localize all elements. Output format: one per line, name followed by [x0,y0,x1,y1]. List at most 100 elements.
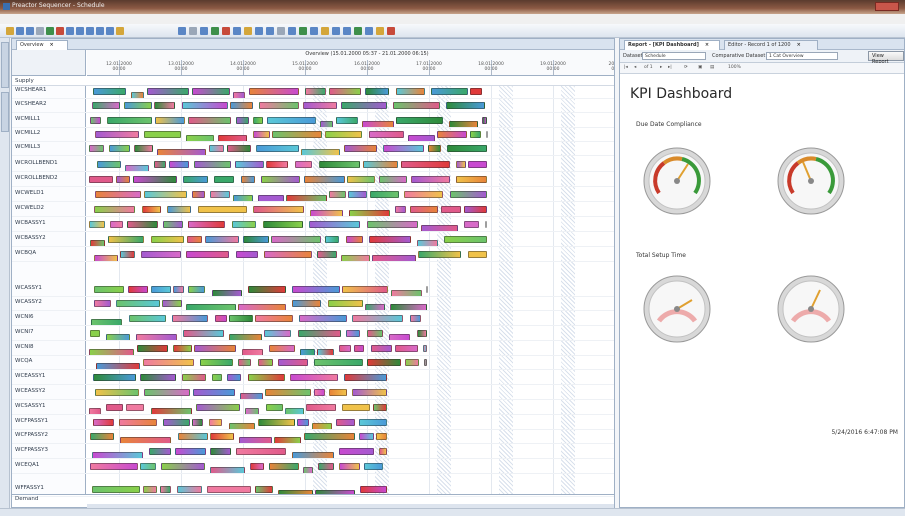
operation-bar[interactable] [464,206,487,213]
toolbar-button[interactable] [6,27,14,35]
operation-bar[interactable] [437,131,467,138]
operation-bar[interactable] [90,117,101,124]
operation-bar[interactable] [376,433,387,440]
operation-bar[interactable] [163,419,190,426]
operation-bar[interactable] [187,236,202,243]
operation-bar[interactable] [344,145,377,152]
operation-bar[interactable] [172,315,208,322]
export-icon[interactable]: ▤ [710,65,714,70]
operation-bar[interactable] [227,374,241,381]
operation-bar[interactable] [426,286,428,293]
operation-bar[interactable] [306,404,336,411]
operation-bar[interactable] [290,374,338,381]
operation-bar[interactable] [95,389,139,396]
operation-bar[interactable] [379,448,387,455]
operation-bar[interactable] [379,176,407,183]
operation-bar[interactable] [253,117,263,124]
operation-bar[interactable] [144,131,181,138]
operation-bar[interactable] [109,145,130,152]
operation-bar[interactable] [450,191,487,198]
operation-bar[interactable] [236,117,249,124]
operation-bar[interactable] [258,359,273,366]
operation-bar[interactable] [188,286,205,293]
operation-bar[interactable] [255,486,273,493]
operation-bar[interactable] [336,117,358,124]
operation-bar[interactable] [97,161,121,168]
operation-bar[interactable] [95,191,141,198]
operation-bar[interactable] [346,236,363,243]
operation-bar[interactable] [464,221,479,228]
operation-bar[interactable] [183,176,208,183]
operation-bar[interactable] [250,463,264,470]
operation-bar[interactable] [129,315,166,322]
operation-bar[interactable] [417,330,427,337]
operation-bar[interactable] [193,389,235,396]
operation-bar[interactable] [396,88,425,95]
previous-page-icon[interactable]: ◂ [634,65,636,70]
operation-bar[interactable] [236,448,286,455]
operation-bar[interactable] [444,236,487,243]
operation-bar[interactable] [92,102,120,109]
operation-bar[interactable] [446,102,485,109]
toolbar-button[interactable] [36,27,44,35]
operation-bar[interactable] [261,176,300,183]
operation-bar[interactable] [140,374,176,381]
operation-bar[interactable] [210,433,234,440]
operation-bar[interactable] [359,419,387,426]
operation-bar[interactable] [116,176,130,183]
operation-bar[interactable] [192,88,230,95]
toolbar-button[interactable] [332,27,340,35]
operation-bar[interactable] [264,251,312,258]
operation-bar[interactable] [149,448,171,455]
toolbar-button[interactable] [255,27,263,35]
gantt-chart-area[interactable] [87,86,614,494]
toolbar-button[interactable] [387,27,395,35]
operation-bar[interactable] [371,345,392,352]
toolbar-button[interactable] [376,27,384,35]
operation-bar[interactable] [230,102,253,109]
operation-bar[interactable] [236,251,258,258]
operation-bar[interactable] [470,88,482,95]
toolbar-button[interactable] [310,27,318,35]
operation-bar[interactable] [456,176,487,183]
toolbar-button[interactable] [277,27,285,35]
operation-bar[interactable] [133,176,177,183]
toolbar-button[interactable] [76,27,84,35]
operation-bar[interactable] [305,88,326,95]
operation-bar[interactable] [141,251,181,258]
toolbar-button[interactable] [96,27,104,35]
toolbar-button[interactable] [66,27,74,35]
operation-bar[interactable] [255,315,293,322]
operation-bar[interactable] [93,419,114,426]
operation-bar[interactable] [137,345,168,352]
toolbar-button[interactable] [86,27,94,35]
operation-bar[interactable] [95,131,139,138]
tab-report[interactable]: Report - [KPI Dashboard] × [624,40,720,50]
operation-bar[interactable] [317,251,337,258]
operation-bar[interactable] [89,221,105,228]
operation-bar[interactable] [92,486,140,493]
operation-bar[interactable] [253,206,304,213]
operation-bar[interactable] [272,131,322,138]
operation-bar[interactable] [354,345,364,352]
operation-bar[interactable] [119,419,157,426]
operation-bar[interactable] [89,145,104,152]
operation-bar[interactable] [365,88,389,95]
operation-bar[interactable] [318,463,334,470]
operation-bar[interactable] [367,359,401,366]
operation-bar[interactable] [177,486,202,493]
operation-bar[interactable] [248,374,285,381]
operation-bar[interactable] [106,404,123,411]
operation-bar[interactable] [329,191,346,198]
operation-bar[interactable] [227,145,251,152]
operation-bar[interactable] [248,286,286,293]
operation-bar[interactable] [486,131,488,138]
close-icon[interactable]: × [705,42,709,48]
operation-bar[interactable] [107,117,152,124]
operation-bar[interactable] [188,117,231,124]
operation-bar[interactable] [259,102,299,109]
operation-bar[interactable] [151,236,184,243]
operation-bar[interactable] [194,345,236,352]
operation-bar[interactable] [347,176,375,183]
operation-bar[interactable] [303,102,337,109]
